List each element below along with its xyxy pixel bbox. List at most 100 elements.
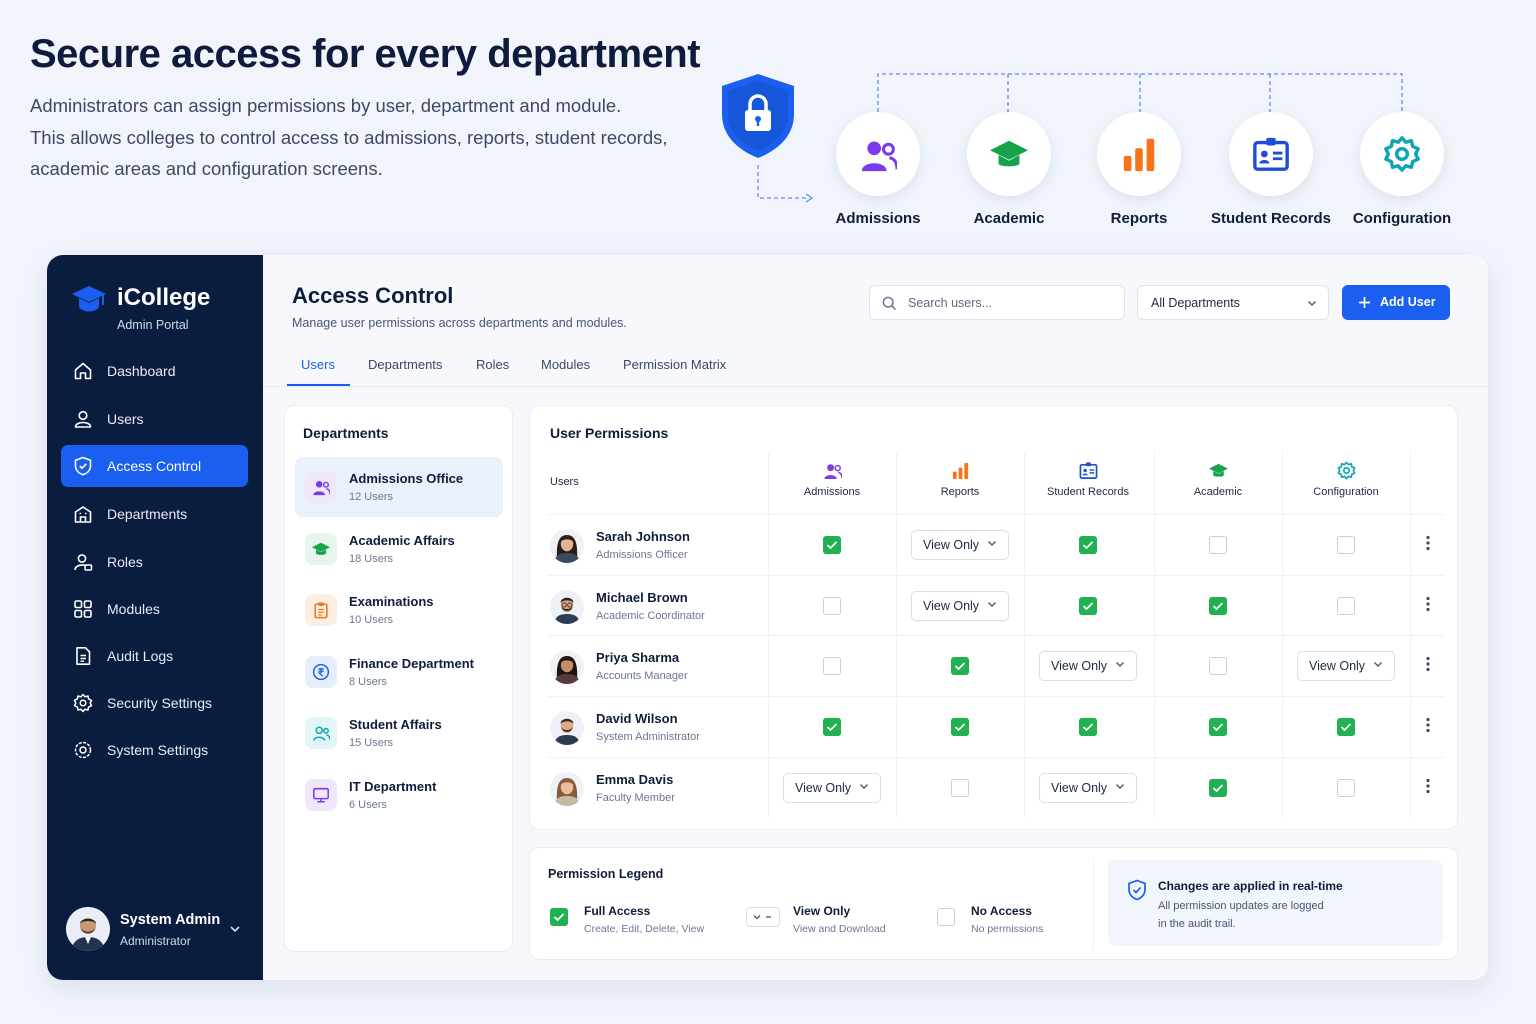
no-access-checkbox[interactable] — [823, 657, 841, 675]
view-only-select[interactable]: View Only — [1297, 651, 1395, 681]
add-user-button[interactable]: Add User — [1342, 285, 1450, 320]
department-item[interactable]: Admissions Office 12 Users — [295, 457, 503, 517]
department-item[interactable]: Finance Department 8 Users — [295, 642, 503, 702]
user-avatar — [550, 772, 584, 806]
chevron-down-icon[interactable] — [229, 925, 241, 933]
permission-cell — [1282, 758, 1410, 818]
column-header-student-records: Student Records — [1024, 461, 1152, 498]
permission-cell: View Only — [896, 515, 1024, 575]
department-user-count: 10 Users — [349, 614, 394, 626]
graduation-cap-icon — [967, 112, 1051, 196]
admin-avatar[interactable] — [66, 907, 110, 951]
sidebar-item-label: Roles — [107, 554, 143, 570]
shield-icon — [73, 456, 93, 476]
tab-roles[interactable]: Roles — [476, 357, 509, 372]
clipboard-icon — [305, 594, 337, 626]
permission-cell — [1154, 515, 1282, 575]
student-users-icon — [305, 717, 337, 749]
search-placeholder: Search users... — [908, 296, 993, 310]
full-access-checkbox[interactable] — [1079, 536, 1097, 554]
sidebar-item-security-settings[interactable]: Security Settings — [61, 682, 248, 724]
column-header-reports: Reports — [896, 461, 1024, 498]
full-access-checkbox[interactable] — [1209, 779, 1227, 797]
department-item[interactable]: Student Affairs 15 Users — [295, 703, 503, 763]
user-role: System Administrator — [596, 731, 700, 743]
legend-none-desc: No permissions — [971, 923, 1044, 935]
sidebar-item-modules[interactable]: Modules — [61, 588, 248, 630]
sidebar-item-dashboard[interactable]: Dashboard — [61, 350, 248, 392]
view-only-select[interactable]: View Only — [911, 591, 1009, 621]
sidebar-item-users[interactable]: Users — [61, 398, 248, 440]
full-access-checkbox[interactable] — [1079, 597, 1097, 615]
department-name: Finance Department — [349, 656, 474, 671]
permission-cell — [768, 697, 896, 757]
view-only-select[interactable]: View Only — [1039, 773, 1137, 803]
full-access-checkbox[interactable] — [1079, 718, 1097, 736]
gear-icon — [1282, 461, 1410, 480]
department-item[interactable]: Examinations 10 Users — [295, 580, 503, 640]
tab-permission-matrix[interactable]: Permission Matrix — [623, 357, 726, 372]
permission-cell — [1024, 515, 1152, 575]
department-item[interactable]: Academic Affairs 18 Users — [295, 519, 503, 579]
sidebar-item-access-control[interactable]: Access Control — [61, 445, 248, 487]
module-admissions: Admissions — [803, 112, 953, 227]
no-access-checkbox[interactable] — [1337, 779, 1355, 797]
main-content: Access Control Manage user permissions a… — [263, 255, 1488, 980]
full-access-checkbox[interactable] — [1209, 718, 1227, 736]
id-card-icon — [1229, 112, 1313, 196]
more-options-icon[interactable] — [1426, 656, 1430, 672]
sidebar-item-departments[interactable]: Departments — [61, 493, 248, 535]
module-academic: Academic — [934, 112, 1084, 227]
user-avatar — [550, 650, 584, 684]
no-access-checkbox[interactable] — [951, 779, 969, 797]
full-access-checkbox[interactable] — [951, 718, 969, 736]
full-access-checkbox[interactable] — [1209, 597, 1227, 615]
view-only-select[interactable]: View Only — [783, 773, 881, 803]
hero-description-line-3: academic areas and configuration screens… — [30, 158, 383, 179]
more-options-icon[interactable] — [1426, 535, 1430, 551]
sidebar-item-system-settings[interactable]: System Settings — [61, 729, 248, 771]
search-input[interactable]: Search users... — [869, 285, 1125, 320]
table-row: David Wilson System Administrator — [548, 696, 1444, 756]
view-only-select[interactable]: View Only — [1039, 651, 1137, 681]
note-title: Changes are applied in real-time — [1158, 879, 1343, 893]
full-access-checkbox[interactable] — [823, 718, 841, 736]
no-access-checkbox[interactable] — [1337, 597, 1355, 615]
shield-lock-icon — [722, 74, 794, 158]
add-user-label: Add User — [1380, 295, 1436, 309]
no-access-checkbox[interactable] — [1337, 536, 1355, 554]
no-access-checkbox[interactable] — [823, 597, 841, 615]
more-options-icon[interactable] — [1426, 717, 1430, 733]
view-only-select[interactable]: View Only — [911, 530, 1009, 560]
no-access-checkbox[interactable] — [1209, 657, 1227, 675]
user-name: Emma Davis — [596, 772, 674, 787]
permission-cell — [1282, 515, 1410, 575]
graduation-cap-icon — [1154, 461, 1282, 480]
sidebar-item-roles[interactable]: Roles — [61, 541, 248, 583]
department-item[interactable]: IT Department 6 Users — [295, 765, 503, 825]
tab-modules[interactable]: Modules — [541, 357, 590, 372]
building-icon — [73, 504, 93, 524]
bar-chart-icon — [896, 461, 1024, 480]
more-options-icon[interactable] — [1426, 778, 1430, 794]
tab-users[interactable]: Users — [301, 357, 335, 372]
full-access-checkbox[interactable] — [1337, 718, 1355, 736]
table-row: Michael Brown Academic Coordinator View … — [548, 575, 1444, 635]
plus-icon — [1359, 297, 1370, 308]
full-access-checkbox[interactable] — [951, 657, 969, 675]
sidebar: iCollege Admin Portal Dashboard Users Ac… — [47, 255, 263, 980]
department-name: Academic Affairs — [349, 533, 455, 548]
sidebar-item-audit-logs[interactable]: Audit Logs — [61, 635, 248, 677]
full-access-checkbox[interactable] — [823, 536, 841, 554]
user-name: Sarah Johnson — [596, 529, 690, 544]
module-student-records: Student Records — [1196, 112, 1346, 227]
more-options-icon[interactable] — [1426, 596, 1430, 612]
chevron-down-icon — [988, 541, 996, 546]
realtime-note: Changes are applied in real-time All per… — [1108, 860, 1443, 946]
department-filter-select[interactable]: All Departments — [1137, 285, 1329, 320]
tab-departments[interactable]: Departments — [368, 357, 442, 372]
permission-legend-panel: Permission Legend Full Access Create, Ed… — [529, 847, 1458, 960]
chevron-down-icon — [1116, 784, 1124, 789]
chevron-down-icon — [1308, 301, 1316, 306]
no-access-checkbox[interactable] — [1209, 536, 1227, 554]
